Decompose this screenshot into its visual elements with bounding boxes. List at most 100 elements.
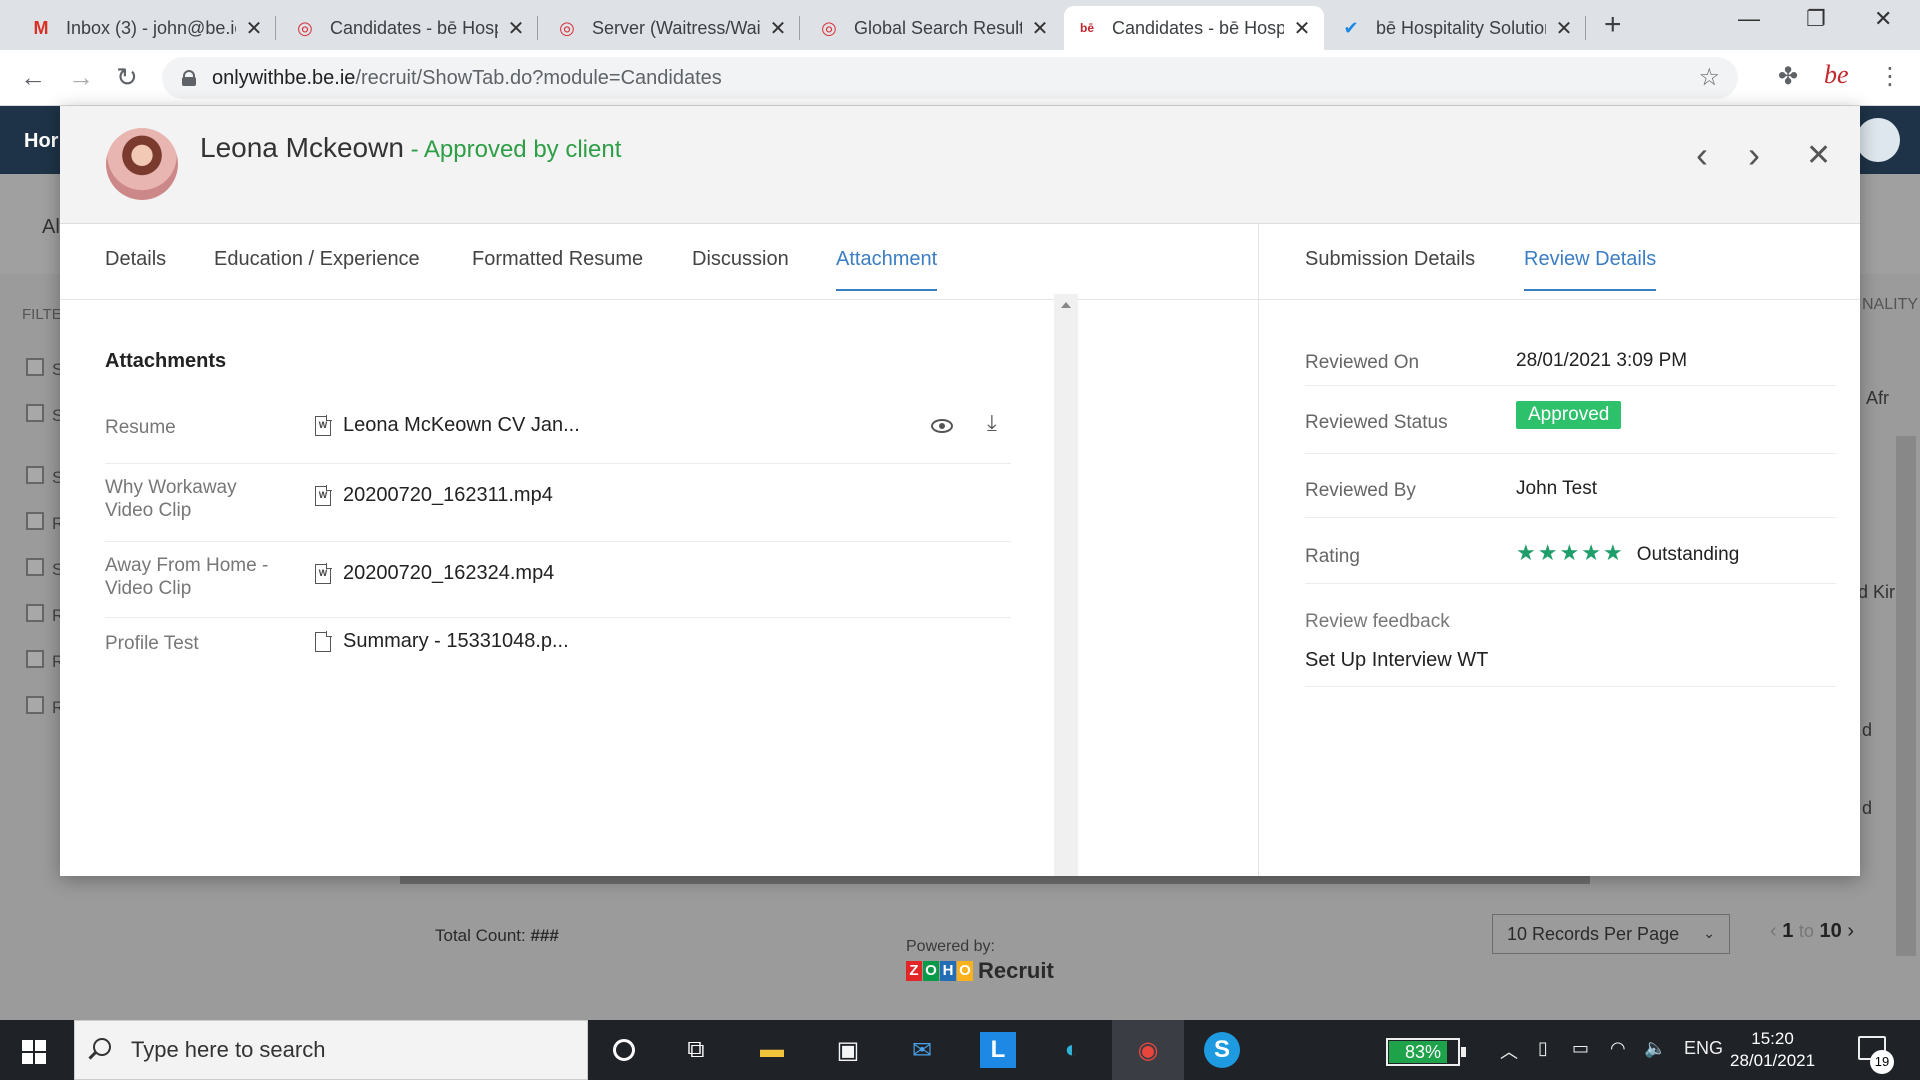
tab-education-experience[interactable]: Education / Experience [214,248,420,289]
close-icon[interactable]: ✕ [1554,16,1574,41]
attachment-file[interactable]: Summary - 15331048.p... [315,630,569,653]
edge-browser-icon[interactable]: ◐ [1054,1032,1090,1068]
previous-record-chevron-left-icon[interactable]: ‹ [1696,134,1708,176]
wifi-icon[interactable]: ◠ [1610,1038,1626,1059]
battery-indicator[interactable]: 83% [1386,1038,1466,1066]
recruit-word: Recruit [978,958,1054,983]
close-icon[interactable]: ✕ [1292,16,1312,41]
reload-icon[interactable]: ↻ [116,62,138,93]
new-tab-button[interactable]: + [1604,8,1622,42]
chevron-down-icon: ⌄ [1703,925,1715,941]
extensions-puzzle-icon[interactable]: ✤ [1778,62,1798,91]
total-count-value: ### [530,926,559,945]
volume-icon[interactable]: 🔈 [1644,1038,1666,1059]
profile-be-logo[interactable]: be [1824,60,1854,94]
download-icon[interactable]: ⤓ [987,410,997,436]
tab-details[interactable]: Details [105,248,166,289]
attachment-row-resume: Resume W Leona McKeown CV Jan... ⤓ [105,394,1011,464]
attachment-file[interactable]: W 20200720_162324.mp4 [315,562,554,585]
tab-attachment[interactable]: Attachment [836,248,938,291]
attachment-file[interactable]: W Leona McKeown CV Jan... [315,414,580,437]
tab-formatted-resume[interactable]: Formatted Resume [472,248,643,289]
bg-filter-checkbox [26,512,44,530]
clock-date: 28/01/2021 [1730,1051,1816,1070]
tab-title: bē Hospitality Solutions [1376,17,1546,38]
rating-text: Outstanding [1636,544,1740,565]
close-icon[interactable]: ✕ [768,16,788,41]
attachment-panel-scrollbar[interactable] [1054,294,1078,876]
attachment-label: Why Workaway Video Clip [105,477,237,521]
browser-tab-gmail[interactable]: M Inbox (3) - john@be.ie ✕ [18,6,276,50]
review-feedback-value: Set Up Interview WT [1305,649,1489,671]
bg-filter-checkbox [26,650,44,668]
page-to-label: to [1798,921,1814,941]
restore-icon[interactable]: ❐ [1806,6,1826,32]
attachment-file[interactable]: W 20200720_162311.mp4 [315,484,553,507]
taskbar-search-input[interactable]: Type here to search [74,1020,588,1080]
star-icon: ★ [1581,540,1603,565]
attachment-filename[interactable]: Leona McKeown CV Jan... [343,414,580,437]
tab-submission-details[interactable]: Submission Details [1305,248,1475,289]
tab-review-details[interactable]: Review Details [1524,248,1657,291]
attachment-filename[interactable]: Summary - 15331048.p... [343,630,569,653]
skype-icon[interactable]: S [1204,1032,1240,1068]
word-document-icon: W [315,485,332,506]
star-icon: ★ [1516,540,1538,565]
preview-eye-icon[interactable] [931,419,953,433]
browser-toolbar: ← → ↻ onlywithbe.be.ie/recruit/ShowTab.d… [0,50,1920,106]
microsoft-store-icon[interactable]: ▣ [830,1032,866,1068]
language-indicator[interactable]: ENG [1684,1038,1723,1059]
tab-discussion[interactable]: Discussion [692,248,789,289]
page-from: 1 [1782,920,1794,942]
star-icon: ★ [1537,540,1560,565]
browser-tab-global-search[interactable]: ◎ Global Search Results ✕ [806,6,1062,50]
total-count-label: Total Count: [435,926,526,945]
bookmark-star-icon[interactable]: ☆ [1698,63,1720,92]
forward-arrow-icon[interactable]: → [68,62,94,93]
close-icon[interactable]: ✕ [1030,16,1050,41]
url-path: /recruit/ShowTab.do?module=Candidates [355,66,722,89]
attachment-filename[interactable]: 20200720_162324.mp4 [343,562,554,585]
minimize-icon[interactable]: — [1738,6,1760,32]
browser-menu-icon[interactable]: ⋮ [1878,62,1902,91]
tablet-icon[interactable]: ▯ [1538,1038,1548,1059]
scroll-up-arrow-icon[interactable] [1061,302,1071,308]
gmail-icon: M [33,17,49,38]
browser-tab-be-solutions[interactable]: ✔ bē Hospitality Solutions ✕ [1328,6,1586,50]
bg-filter-checkbox [26,558,44,576]
clock-time: 15:20 [1751,1029,1794,1048]
lock-icon [182,70,196,86]
back-arrow-icon[interactable]: ← [20,62,46,93]
browser-tab-server[interactable]: ◎ Server (Waitress/Waiter) ✕ [544,6,800,50]
search-icon [93,1038,111,1056]
windows-start-icon[interactable] [22,1040,46,1064]
address-bar[interactable]: onlywithbe.be.ie/recruit/ShowTab.do?modu… [162,57,1738,99]
window-close-icon[interactable]: ✕ [1874,6,1892,32]
attachment-label: Profile Test [105,633,199,654]
attachment-filename[interactable]: 20200720_162311.mp4 [343,484,553,507]
review-label: Rating [1305,546,1360,567]
browser-tab-candidates-active[interactable]: bē Candidates - bē Hospitality ✕ [1064,6,1324,50]
task-view-icon[interactable]: ⧉ [678,1032,714,1068]
zoho-letter: O [957,961,973,981]
mail-icon[interactable]: ✉ [904,1032,940,1068]
system-clock[interactable]: 15:20 28/01/2021 [1730,1028,1815,1072]
bg-filter-checkbox [26,404,44,422]
file-explorer-icon[interactable]: ▬ [754,1032,790,1068]
next-record-chevron-right-icon[interactable]: › [1748,134,1760,176]
bg-filter-checkbox [26,696,44,714]
cortana-circle-icon[interactable] [606,1032,642,1068]
close-icon[interactable]: ✕ [244,16,264,41]
word-document-icon: W [315,563,332,584]
bg-cell: d Kir [1858,582,1896,602]
power-battery-icon[interactable]: ▭ [1572,1038,1589,1059]
close-modal-icon[interactable]: ✕ [1806,138,1831,173]
close-icon[interactable]: ✕ [506,16,526,41]
browser-tab-candidates[interactable]: ◎ Candidates - bē Hospitality ✕ [282,6,538,50]
review-value: John Test [1516,478,1597,499]
review-feedback-label: Review feedback [1305,611,1450,632]
l-app-icon[interactable]: L [980,1032,1016,1068]
chrome-browser-icon[interactable]: ◉ [1130,1032,1166,1068]
candidate-status: - Approved by client [403,136,622,163]
show-hidden-icons-chevron-up-icon[interactable]: ︿ [1500,1038,1518,1064]
